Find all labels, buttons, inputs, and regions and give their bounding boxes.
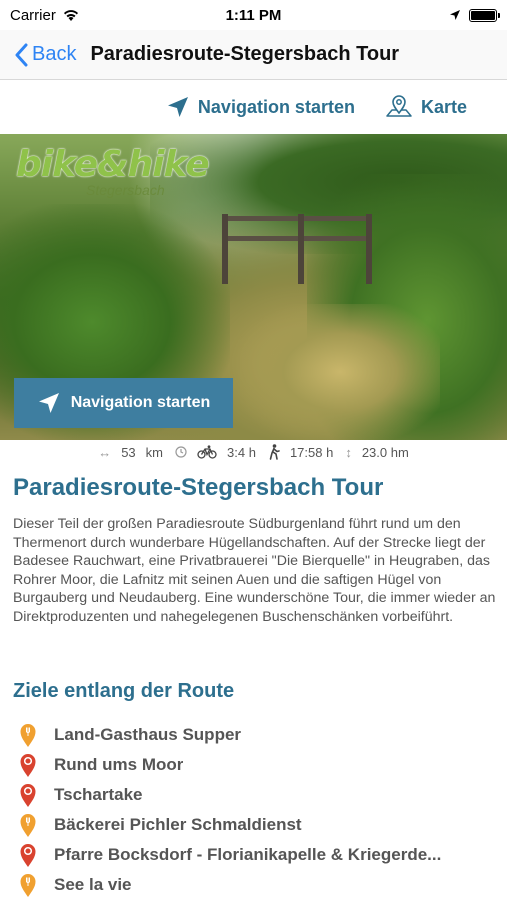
food-pin-icon	[18, 720, 38, 750]
poi-name: Rund ums Moor	[54, 755, 184, 774]
poi-name: Land-Gasthaus Supper	[54, 725, 242, 744]
clock-icon	[175, 446, 187, 458]
sight-pin-icon	[18, 840, 38, 870]
food-pin-icon	[18, 810, 38, 840]
hero-start-navigation-label: Navigation starten	[70, 394, 211, 411]
distance-value: 53	[121, 444, 136, 460]
sight-pin-icon	[18, 750, 38, 780]
poi-name: Tschartake	[54, 785, 143, 804]
route-description: Dieser Teil der großen Paradiesroute Süd…	[13, 516, 496, 625]
poi-list-item[interactable]: Rund ums Moor	[18, 750, 498, 780]
status-bar: Carrier 1:11 PM	[0, 0, 507, 30]
action-row: Navigation starten Karte	[0, 80, 507, 134]
logo-text: bike&hike	[16, 144, 210, 185]
distance-arrows-icon: ↔	[98, 444, 112, 460]
bicycle-icon	[197, 445, 217, 459]
hiker-icon	[269, 444, 280, 460]
poi-list-item[interactable]: See la vie	[18, 870, 498, 900]
start-navigation-button[interactable]: Navigation starten	[166, 95, 355, 119]
hero-image: bike&hike Stegersbach Navigation starten	[0, 134, 507, 440]
poi-list-item[interactable]: Land-Gasthaus Supper	[18, 720, 498, 750]
page-title: Paradiesroute-Stegersbach Tour	[90, 43, 400, 65]
logo-subtext: Stegersbach	[86, 182, 165, 198]
map-label: Karte	[420, 96, 467, 117]
bike-hike-logo: bike&hike Stegersbach	[16, 144, 210, 198]
poi-list-item[interactable]: Pfarre Bocksdorf - Florianikapelle & Kri…	[18, 840, 498, 870]
status-time: 1:11 PM	[225, 6, 282, 24]
elevation-stat: ↕ 23.0 hm	[345, 445, 408, 460]
back-label: Back	[32, 43, 77, 65]
poi-name: Bäckerei Pichler Schmaldienst	[54, 815, 302, 834]
distance-unit: km	[145, 444, 164, 460]
poi-list-item[interactable]: Bäckerei Pichler Schmaldienst	[18, 810, 498, 840]
elevation-value: 23.0 hm	[361, 444, 409, 460]
route-stats: ↔ 53 km 3:4 h 17:58 h ↕ 23.0 hm	[0, 440, 507, 464]
poi-name: See la vie	[54, 875, 132, 894]
battery-icon	[469, 8, 500, 22]
map-button[interactable]: Karte	[385, 94, 467, 120]
back-button[interactable]: Back	[0, 43, 76, 67]
sight-pin-icon	[18, 780, 38, 810]
bike-time-value: 3:4 h	[227, 444, 256, 460]
hike-time-value: 17:58 h	[289, 444, 334, 460]
navigation-arrow-icon	[38, 393, 59, 413]
start-navigation-label: Navigation starten	[197, 96, 355, 117]
bike-time-stat: 3:4 h	[175, 445, 256, 460]
route-title: Paradiesroute-Stegersbach Tour	[13, 474, 384, 501]
poi-list: Land-Gasthaus Supper Rund ums Moor Tschart…	[18, 720, 498, 900]
map-pin-icon	[386, 95, 412, 117]
elevation-arrows-icon: ↕	[345, 444, 352, 460]
food-pin-icon	[18, 870, 38, 900]
poi-list-item[interactable]: Tschartake	[18, 780, 498, 810]
poi-name: Pfarre Bocksdorf - Florianikapelle & Kri…	[54, 845, 442, 864]
hike-time-stat: 17:58 h	[268, 444, 333, 460]
chevron-left-icon	[15, 43, 28, 66]
navigation-bar: Back Paradiesroute-Stegersbach Tour	[0, 30, 507, 80]
navigation-arrow-icon	[167, 97, 188, 117]
poi-section-title: Ziele entlang der Route	[13, 680, 235, 702]
bridge-graphic	[222, 214, 372, 284]
distance-stat: ↔ 53 km	[98, 445, 163, 460]
hero-start-navigation-button[interactable]: Navigation starten	[14, 378, 233, 428]
